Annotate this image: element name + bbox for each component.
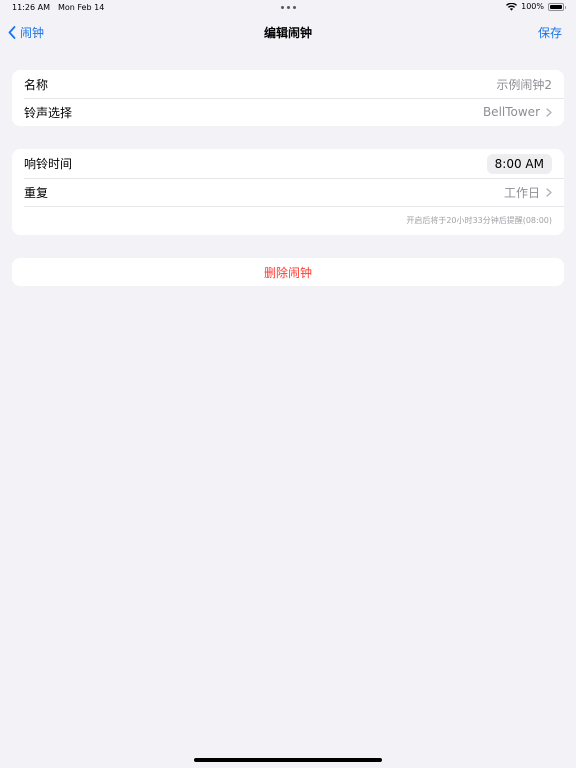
- delete-alarm-button[interactable]: 删除闹钟: [12, 258, 564, 286]
- home-indicator[interactable]: [194, 758, 382, 762]
- wifi-icon: [506, 2, 518, 11]
- multitasking-dots-icon[interactable]: [281, 6, 296, 9]
- repeat-label: 重复: [24, 185, 49, 200]
- repeat-row[interactable]: 重复 工作日: [12, 178, 564, 206]
- status-left: 11:26 AM Mon Feb 14: [12, 3, 104, 12]
- repeat-value: 工作日: [503, 185, 540, 200]
- chevron-right-icon: [546, 187, 552, 197]
- name-row[interactable]: 名称 示例闹钟2: [12, 70, 564, 98]
- battery-icon: [548, 2, 566, 11]
- ringtone-row[interactable]: 铃声选择 BellTower: [12, 98, 564, 126]
- ringtone-label: 铃声选择: [24, 105, 73, 120]
- chevron-right-icon: [546, 107, 552, 117]
- time-picker-button[interactable]: 8:00 AM: [486, 153, 552, 174]
- next-alarm-hint: 开启后将于20小时33分钟后提醒(08:00): [12, 206, 564, 235]
- save-button[interactable]: 保存: [538, 24, 562, 41]
- ringtone-value: BellTower: [482, 105, 540, 119]
- battery-percent: 100%: [521, 2, 544, 11]
- time-row: 响铃时间 8:00 AM: [12, 149, 564, 178]
- name-field[interactable]: 示例闹钟2: [496, 76, 552, 93]
- hint-text: 开启后将于20小时33分钟后提醒(08:00): [406, 216, 552, 225]
- edit-alarm-screen: 11:26 AM Mon Feb 14 100% 闹钟 编辑闹钟 保存 名称 示…: [0, 0, 576, 768]
- alarm-info-group: 名称 示例闹钟2 铃声选择 BellTower: [12, 70, 564, 126]
- alarm-time-group: 响铃时间 8:00 AM 重复 工作日 开启后将于20小时33分钟后提醒(08:…: [12, 149, 564, 235]
- status-right: 100%: [506, 2, 566, 11]
- navigation-bar: 闹钟 编辑闹钟 保存: [0, 16, 576, 48]
- repeat-value-wrap: 工作日: [504, 184, 552, 201]
- delete-group: 删除闹钟: [12, 258, 564, 286]
- status-bar: 11:26 AM Mon Feb 14 100%: [0, 0, 576, 16]
- name-label: 名称: [24, 77, 49, 92]
- status-date: Mon Feb 14: [57, 3, 105, 12]
- page-title: 编辑闹钟: [263, 26, 312, 40]
- status-time: 11:26 AM: [12, 3, 50, 12]
- time-label: 响铃时间: [24, 157, 73, 171]
- ringtone-value-wrap: BellTower: [483, 105, 552, 119]
